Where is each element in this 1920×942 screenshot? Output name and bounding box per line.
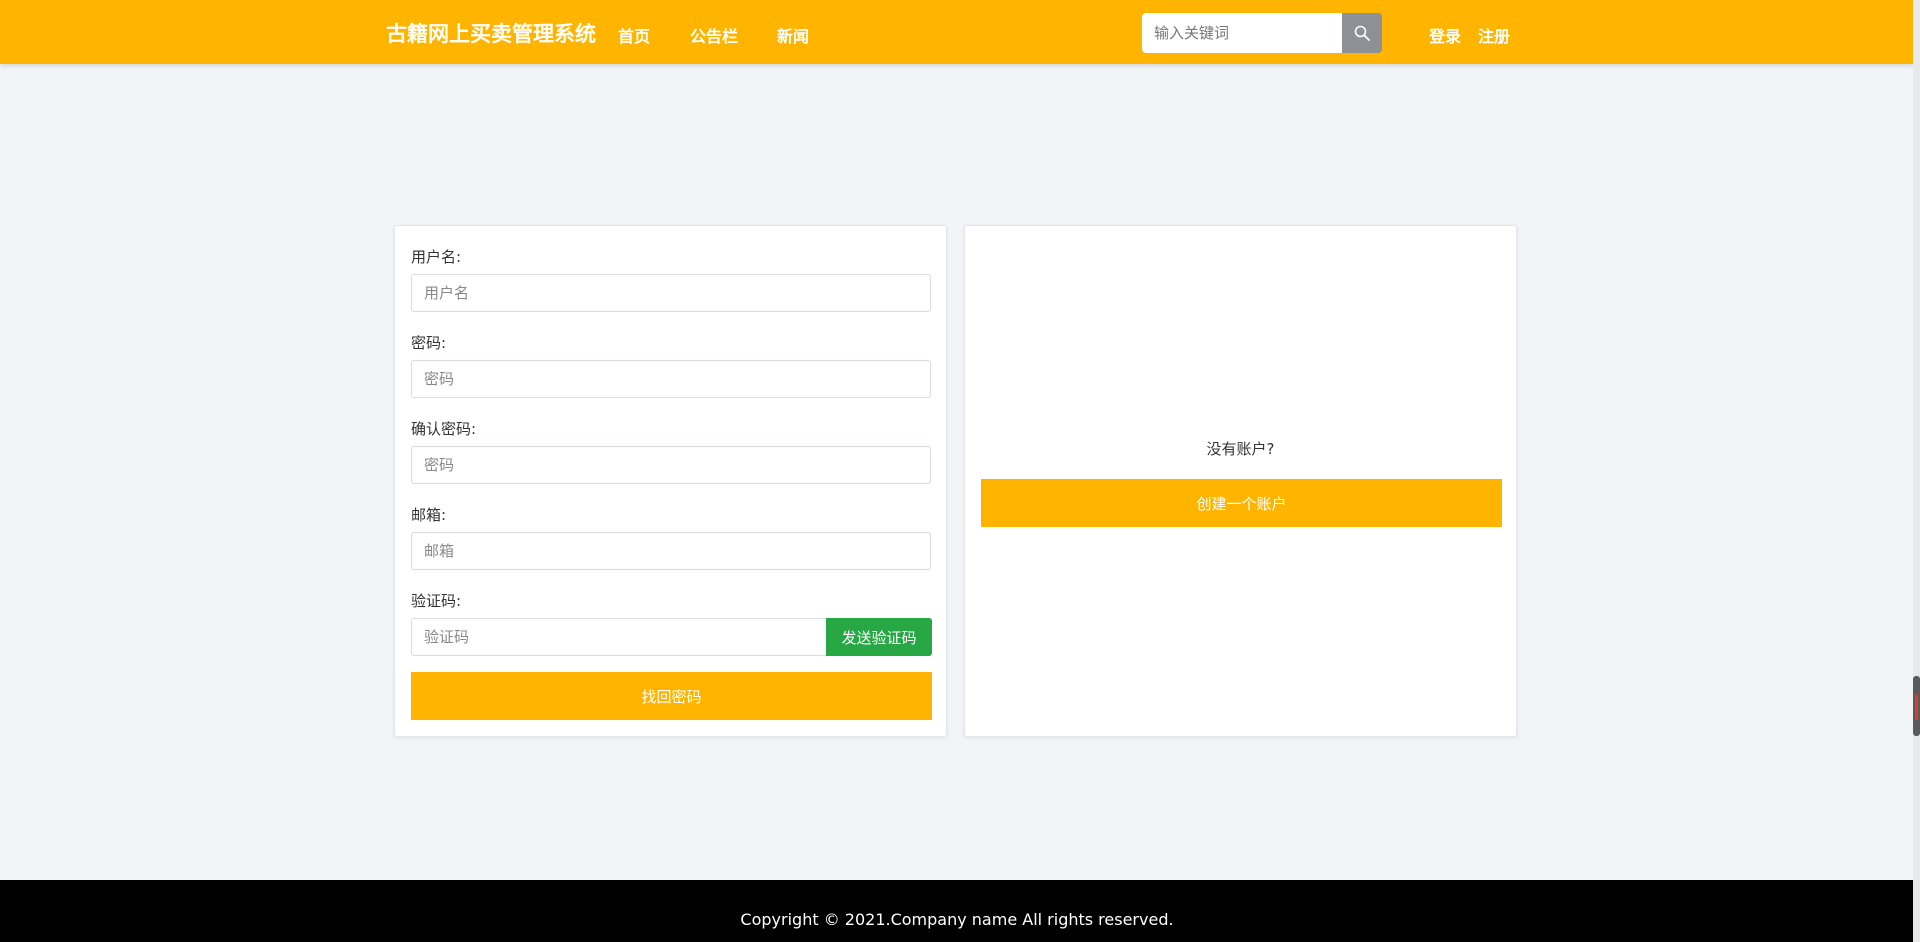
verification-code-input[interactable]	[411, 618, 827, 656]
top-navbar: 古籍网上买卖管理系统 首页 公告栏 新闻 登录 注册	[0, 0, 1914, 64]
verification-code-label: 验证码:	[411, 592, 462, 610]
site-brand[interactable]: 古籍网上买卖管理系统	[386, 18, 596, 48]
confirm-password-input[interactable]	[411, 446, 931, 484]
search-button[interactable]	[1342, 13, 1382, 53]
register-link[interactable]: 注册	[1478, 23, 1510, 47]
username-label: 用户名:	[411, 248, 462, 266]
password-label: 密码:	[411, 334, 447, 352]
send-code-button[interactable]: 发送验证码	[826, 618, 932, 656]
confirm-password-label: 确认密码:	[411, 420, 477, 438]
create-account-button[interactable]: 创建一个账户	[981, 479, 1502, 527]
email-input[interactable]	[411, 532, 931, 570]
footer: Copyright © 2021.Company name All rights…	[0, 880, 1914, 942]
scrollbar-track[interactable]	[1913, 0, 1920, 942]
nav-home[interactable]: 首页	[618, 23, 650, 47]
nav-news[interactable]: 新闻	[777, 23, 809, 47]
search-input[interactable]	[1142, 13, 1342, 53]
copyright-text: Copyright © 2021.Company name All rights…	[740, 910, 1174, 929]
recover-password-card: 用户名: 密码: 确认密码: 邮箱: 验证码: 发送验证码 找回密码	[394, 225, 947, 737]
login-link[interactable]: 登录	[1429, 23, 1461, 47]
page: 古籍网上买卖管理系统 首页 公告栏 新闻 登录 注册 用户名: 密码: 确认密码…	[0, 0, 1920, 942]
recover-password-button[interactable]: 找回密码	[411, 672, 932, 720]
no-account-text: 没有账户?	[1206, 440, 1275, 458]
search-box	[1142, 13, 1382, 53]
scrollbar-thumb[interactable]	[1913, 676, 1920, 736]
create-account-card: 没有账户? 创建一个账户	[964, 225, 1517, 737]
username-input[interactable]	[411, 274, 931, 312]
nav-notice-board[interactable]: 公告栏	[690, 23, 738, 47]
email-label: 邮箱:	[411, 506, 447, 524]
search-icon	[1354, 25, 1370, 41]
password-input[interactable]	[411, 360, 931, 398]
